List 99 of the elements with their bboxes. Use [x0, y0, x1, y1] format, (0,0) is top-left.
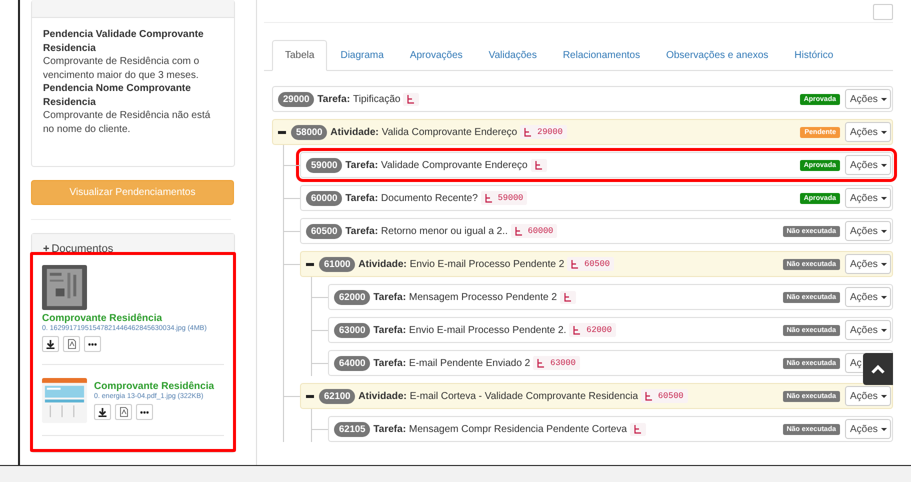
dependency-tag: 62000 — [569, 323, 616, 337]
caret-icon — [880, 164, 887, 166]
tab[interactable]: Relacionamentos — [550, 40, 654, 71]
pdf-button[interactable] — [115, 404, 132, 420]
hierarchy-icon — [514, 226, 523, 236]
caret-icon — [880, 328, 887, 332]
hierarchy-icon — [484, 194, 493, 202]
document-icon — [120, 407, 128, 417]
id-badge: 62100 — [319, 388, 356, 404]
hierarchy-icon — [407, 94, 416, 104]
id-badge: 64000 — [334, 356, 370, 370]
tab[interactable]: Diagrama — [327, 40, 397, 71]
item-name: Tipificação — [353, 94, 400, 104]
pending-title: Pendencia Validade Comprovante Residencia — [43, 28, 205, 55]
item-name: E-mail Corteva - Validade Comprovante Residencia — [410, 390, 638, 402]
hierarchy-icon — [634, 424, 642, 434]
caret-icon — [880, 230, 887, 232]
dependency-tag: 29000 — [520, 125, 567, 139]
more-icon — [140, 410, 149, 414]
dependency-tag: 60000 — [510, 224, 558, 238]
tab[interactable]: Histórico — [781, 40, 846, 71]
pdf-button[interactable] — [63, 336, 80, 352]
hierarchy-icon — [537, 358, 546, 368]
item-type: Tarefa: — [345, 192, 378, 204]
actions-dropdown[interactable]: Ações — [845, 320, 891, 340]
document-icon — [68, 339, 76, 349]
caret-icon — [880, 130, 887, 134]
item-type: Tarefa: — [345, 226, 378, 236]
item-type: Tarefa: — [345, 160, 378, 170]
item-name: Retorno menor ou igual a 2.. — [381, 226, 508, 236]
caret-icon — [880, 428, 887, 430]
actions-dropdown[interactable]: Aç — [845, 353, 864, 373]
dependency-tag: 60500 — [641, 389, 688, 403]
id-badge: 29000 — [278, 92, 314, 106]
dependency-tag: 60500 — [567, 257, 614, 271]
actions-dropdown[interactable]: Ações — [845, 419, 891, 439]
hierarchy-icon — [564, 292, 572, 302]
actions-dropdown[interactable]: Ações — [845, 155, 891, 175]
download-icon — [46, 340, 55, 348]
actions-dropdown[interactable]: Ações — [845, 221, 891, 241]
caret-icon — [880, 98, 887, 100]
download-icon — [98, 408, 107, 416]
item-name: E-mail Pendente Enviado 2 — [409, 358, 530, 368]
pending-text: Comprovante de Residência não está no nome do cliente. — [43, 109, 212, 136]
hierarchy-icon — [645, 392, 654, 400]
item-name: Valida Comprovante Endereço — [382, 126, 518, 138]
hierarchy-icon — [524, 128, 532, 136]
pending-text: Comprovante de Residência com o vencimento maior do que 3 meses. — [43, 55, 200, 82]
item-type: Tarefa: — [373, 358, 406, 368]
dependency-tag: 59000 — [480, 191, 528, 205]
item-name: Envio E-mail Processo Pendente 2 — [410, 258, 564, 270]
item-type: Tarefa: — [373, 424, 406, 434]
item-type: Tarefa: — [317, 94, 350, 104]
item-name: Mensagem Compr Residencia Pendente Corteva — [409, 424, 627, 434]
expand-toggle[interactable]: + — [43, 243, 50, 255]
tab[interactable]: Aprovações — [396, 40, 476, 71]
actions-dropdown[interactable]: Ações — [845, 89, 891, 109]
id-badge: 61000 — [319, 256, 356, 272]
chevron-up-icon — [871, 364, 885, 374]
more-button[interactable] — [84, 336, 101, 352]
download-button[interactable] — [94, 404, 111, 420]
item-name: Documento Recente? — [381, 192, 478, 204]
dependency-tag: 63000 — [533, 356, 580, 370]
item-type: Atividade: — [358, 390, 407, 402]
item-name: Validade Comprovante Endereço — [381, 160, 528, 170]
caret-icon — [880, 262, 887, 266]
actions-dropdown[interactable]: Ações — [845, 386, 891, 406]
more-button[interactable] — [136, 404, 153, 420]
caret-icon — [880, 296, 887, 298]
hierarchy-icon — [571, 260, 580, 268]
tab[interactable]: Tabela — [272, 40, 328, 71]
id-badge: 62105 — [334, 422, 370, 436]
caret-icon — [880, 394, 887, 398]
actions-dropdown[interactable]: Ações — [845, 287, 891, 307]
tab[interactable]: Validações — [476, 40, 550, 71]
hierarchy-icon — [534, 160, 543, 170]
tab[interactable]: Observações e anexos — [653, 40, 782, 71]
caret-icon — [880, 196, 887, 200]
item-name: Envio E-mail Processo Pendente 2. — [409, 324, 566, 336]
actions-dropdown[interactable]: Ações — [845, 122, 891, 142]
actions-dropdown[interactable]: Ações — [845, 254, 891, 274]
scroll-top-button[interactable] — [863, 353, 893, 385]
id-badge: 63000 — [334, 322, 370, 338]
id-badge: 60500 — [306, 224, 342, 238]
id-badge: 60000 — [306, 190, 342, 206]
id-badge: 59000 — [306, 158, 342, 172]
documents-title: Documentos — [51, 243, 114, 255]
id-badge: 62000 — [334, 290, 370, 304]
hierarchy-icon — [573, 326, 582, 334]
id-badge: 58000 — [291, 124, 328, 140]
actions-dropdown[interactable]: Ações — [845, 188, 891, 208]
item-name: Mensagem Processo Pendente 2 — [409, 292, 557, 302]
item-type: Tarefa: — [373, 292, 406, 302]
download-button[interactable] — [42, 336, 59, 352]
more-icon — [88, 342, 97, 346]
item-type: Atividade: — [358, 258, 407, 270]
item-type: Tarefa: — [373, 324, 406, 336]
pending-title: Pendencia Nome Comprovante Residencia — [43, 82, 192, 109]
item-type: Atividade: — [330, 126, 379, 138]
